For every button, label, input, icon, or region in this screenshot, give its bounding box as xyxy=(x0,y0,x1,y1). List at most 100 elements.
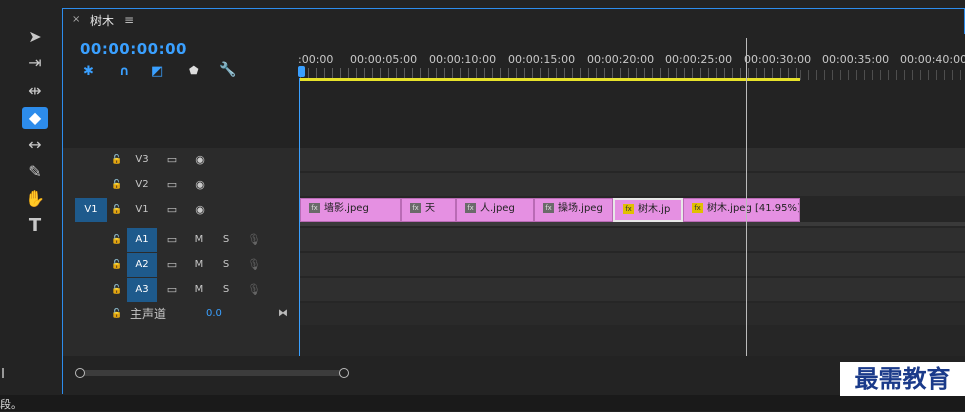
ruler-label: 00:00:25:00 xyxy=(665,53,733,66)
ruler-label: :00:00 xyxy=(298,53,334,66)
clip-name: 人.jpeg xyxy=(480,203,515,214)
track-row-a3[interactable] xyxy=(300,278,965,301)
playhead-timecode[interactable]: 00:00:00:00 xyxy=(80,40,187,58)
sequence-start-line xyxy=(299,78,300,368)
solo-button[interactable]: S xyxy=(219,253,233,277)
microphone-icon[interactable]: 🎙 xyxy=(246,228,262,252)
scroll-thumb[interactable] xyxy=(77,370,345,376)
fx-badge-icon: fx xyxy=(309,203,320,213)
playhead-line[interactable] xyxy=(746,38,747,368)
track-row-master[interactable] xyxy=(300,303,965,325)
mute-button[interactable]: M xyxy=(192,278,206,302)
zoom-handle-right-icon[interactable] xyxy=(339,368,349,378)
track-name[interactable]: A3 xyxy=(127,278,157,302)
track-row-a1[interactable] xyxy=(300,228,965,251)
linked-selection-icon[interactable]: ◩ xyxy=(151,64,163,79)
solo-button[interactable]: S xyxy=(219,278,233,302)
fx-badge-icon: fx xyxy=(465,203,476,213)
lock-icon[interactable]: 🔓 xyxy=(111,198,122,222)
track-name[interactable]: V2 xyxy=(127,173,157,197)
mute-button[interactable]: M xyxy=(192,253,206,277)
settings-wrench-icon[interactable]: 🔧 xyxy=(219,62,236,78)
track-row-a2[interactable] xyxy=(300,253,965,276)
mute-button[interactable]: M xyxy=(192,228,206,252)
microphone-icon[interactable]: 🎙 xyxy=(246,278,262,302)
sequence-tab[interactable]: × 树木 ≡ xyxy=(62,8,965,34)
track-row-v3[interactable] xyxy=(300,148,965,171)
master-track-label: 主声道 xyxy=(130,307,167,321)
playhead-handle-icon[interactable] xyxy=(298,66,305,77)
close-tab-icon[interactable]: × xyxy=(72,14,80,25)
clip-name: 墙影.jpeg xyxy=(324,203,369,214)
lock-icon[interactable]: 🔓 xyxy=(111,278,122,302)
lock-icon[interactable]: 🔓 xyxy=(111,228,122,252)
razor-icon[interactable]: ◆ xyxy=(22,107,48,129)
ruler-label: 00:00:15:00 xyxy=(508,53,576,66)
track-name[interactable]: V3 xyxy=(127,148,157,172)
sync-lock-icon[interactable]: ▭ xyxy=(164,173,180,197)
track-name[interactable]: V1 xyxy=(127,198,157,222)
clip-name: 树木.jpeg [41.95%] xyxy=(707,203,800,214)
ruler-label: 00:00:40:00 xyxy=(900,53,965,66)
sequence-title: 树木 xyxy=(90,14,115,28)
snap-icon[interactable]: ∩ xyxy=(119,64,130,79)
ripple-edit-icon[interactable]: ⇹ xyxy=(22,80,48,102)
clip[interactable]: fx 墙影.jpeg xyxy=(300,198,401,222)
track-headers xyxy=(63,148,300,356)
type-icon[interactable]: T xyxy=(22,215,48,237)
sync-lock-icon[interactable]: ▭ xyxy=(164,198,180,222)
master-volume-value[interactable]: 0.0 xyxy=(206,302,222,326)
sync-lock-icon[interactable]: ▭ xyxy=(164,253,180,277)
clip[interactable]: fx 天 xyxy=(401,198,456,222)
hand-icon[interactable]: ✋ xyxy=(22,188,48,210)
clip-name: 天 xyxy=(425,203,435,214)
sync-lock-icon[interactable]: ▭ xyxy=(164,148,180,172)
lock-icon[interactable]: 🔓 xyxy=(111,173,122,197)
status-text: 段。 xyxy=(0,398,22,411)
clip[interactable]: fx 人.jpeg xyxy=(456,198,534,222)
lock-icon[interactable]: 🔓 xyxy=(111,148,122,172)
selected-clip[interactable]: fx 树木.jp xyxy=(613,198,683,222)
ruler-label: 00:00:30:00 xyxy=(744,53,812,66)
work-area-bar[interactable] xyxy=(300,78,800,81)
eye-icon[interactable]: ◉ xyxy=(192,198,208,222)
lock-icon[interactable]: 🔓 xyxy=(111,302,122,326)
track-name[interactable]: A1 xyxy=(127,228,157,252)
clip-name: 操场.jpeg xyxy=(558,203,603,214)
lock-icon[interactable]: 🔓 xyxy=(111,253,122,277)
track-row-v2[interactable] xyxy=(300,173,965,196)
clip-name: 树木.jp xyxy=(638,204,671,215)
eye-icon[interactable]: ◉ xyxy=(192,148,208,172)
horizontal-zoom-scrollbar[interactable] xyxy=(63,356,965,394)
fx-badge-icon: fx xyxy=(410,203,421,213)
status-bar: 段。 xyxy=(0,395,965,411)
nest-toggle-icon[interactable]: ✱ xyxy=(83,64,94,79)
pen-icon[interactable]: ✎ xyxy=(22,161,48,183)
fx-badge-icon: fx xyxy=(623,204,634,214)
clip[interactable]: fx 树木.jpeg [41.95%] xyxy=(683,198,800,222)
timeline-header: 00:00:00:00 ✱ ∩ ◩ ⬟ 🔧 xyxy=(63,34,300,148)
source-patch-v1[interactable]: V1 xyxy=(75,198,107,222)
selection-tool-icon[interactable]: ➤ xyxy=(22,26,48,48)
track-select-icon[interactable]: ⇥ xyxy=(22,52,48,74)
track-name[interactable]: A2 xyxy=(127,253,157,277)
add-marker-icon[interactable]: ⬟ xyxy=(189,64,199,77)
ruler-label: 00:00:10:00 xyxy=(429,53,497,66)
tab-menu-icon[interactable]: ≡ xyxy=(124,13,134,27)
go-to-end-icon[interactable]: ⧓ xyxy=(278,302,288,326)
tools-panel: ➤ ⇥ ⇹ ◆ ↔ ✎ ✋ T xyxy=(0,0,58,395)
slip-icon[interactable]: ↔ xyxy=(22,134,48,156)
solo-button[interactable]: S xyxy=(219,228,233,252)
ruler-ticks-outside xyxy=(800,70,965,80)
fx-badge-icon: fx xyxy=(692,203,703,213)
watermark-logo: 最需教育 xyxy=(840,362,965,396)
zoom-handle-left-icon[interactable] xyxy=(75,368,85,378)
clip[interactable]: fx 操场.jpeg xyxy=(534,198,613,222)
sync-lock-icon[interactable]: ▭ xyxy=(164,228,180,252)
time-ruler[interactable] xyxy=(298,34,965,148)
eye-icon[interactable]: ◉ xyxy=(192,173,208,197)
fx-badge-icon: fx xyxy=(543,203,554,213)
microphone-icon[interactable]: 🎙 xyxy=(246,253,262,277)
video-audio-divider xyxy=(300,222,965,226)
sync-lock-icon[interactable]: ▭ xyxy=(164,278,180,302)
